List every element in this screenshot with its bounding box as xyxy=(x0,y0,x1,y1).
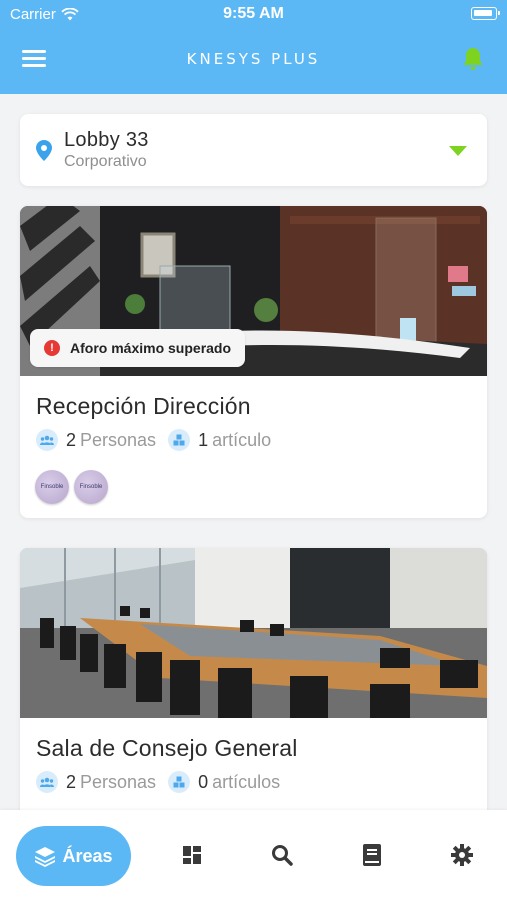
avatar[interactable]: Finsoble xyxy=(35,470,69,504)
items-label: artículos xyxy=(212,771,281,792)
people-count: 2 xyxy=(66,771,77,792)
area-card[interactable]: Sala de Consejo General 2 Personas 0 art… xyxy=(20,548,487,818)
area-photo xyxy=(20,548,487,718)
layers-icon xyxy=(35,847,56,867)
people-icon xyxy=(36,771,58,793)
avatar-list: Finsoble Finsoble xyxy=(35,470,108,504)
items-label: artículo xyxy=(212,429,272,450)
alert-text: Aforo máximo superado xyxy=(70,340,232,356)
app-header: Carrier 9:55 AM KNESYS PLUS xyxy=(0,0,507,94)
alert-icon: ! xyxy=(44,340,60,356)
items-count: 0 xyxy=(198,771,209,792)
location-pin-icon xyxy=(36,140,52,161)
area-card[interactable]: ! Aforo máximo superado Recepción Direcc… xyxy=(20,206,487,518)
nav-areas-label: Áreas xyxy=(62,845,113,866)
nav-areas-button[interactable]: Áreas xyxy=(16,826,131,886)
area-stats: 2 Personas 1 artículo xyxy=(36,429,271,451)
area-stats: 2 Personas 0 artículos xyxy=(36,771,280,793)
status-time: 9:55 AM xyxy=(223,5,284,22)
people-icon xyxy=(36,429,58,451)
area-title: Recepción Dirección xyxy=(36,393,251,419)
location-subtitle: Corporativo xyxy=(64,153,147,170)
area-photo: ! Aforo máximo superado xyxy=(20,206,487,376)
status-bar: Carrier 9:55 AM xyxy=(0,0,507,28)
people-count: 2 xyxy=(66,429,77,450)
location-selector[interactable]: Lobby 33 Corporativo xyxy=(20,114,487,186)
avatar[interactable]: Finsoble xyxy=(74,470,108,504)
bottom-nav: Áreas xyxy=(0,810,507,900)
boxes-icon xyxy=(168,771,191,793)
people-label: Personas xyxy=(80,429,157,450)
app-title: KNESYS PLUS xyxy=(186,50,321,68)
dashboard-icon[interactable] xyxy=(180,843,204,867)
people-label: Personas xyxy=(80,771,157,792)
area-title: Sala de Consejo General xyxy=(36,735,298,761)
location-name: Lobby 33 xyxy=(64,129,149,151)
items-count: 1 xyxy=(198,429,209,450)
battery-icon xyxy=(471,7,500,20)
boxes-icon xyxy=(168,429,191,451)
capacity-alert-badge: ! Aforo máximo superado xyxy=(30,329,246,367)
book-icon[interactable] xyxy=(360,843,384,867)
gear-icon[interactable] xyxy=(450,843,474,867)
search-icon[interactable] xyxy=(270,843,294,867)
chevron-down-icon[interactable] xyxy=(449,146,467,156)
bell-icon[interactable] xyxy=(461,46,485,72)
